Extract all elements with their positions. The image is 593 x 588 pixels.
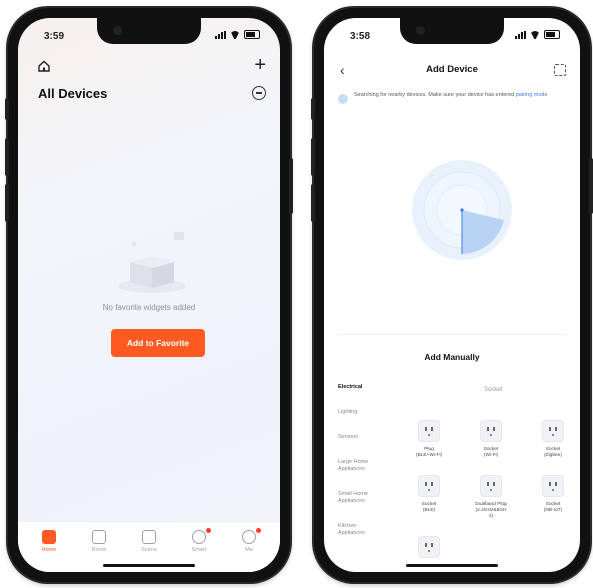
searching-message: Searching for nearby devices. Make sure …	[354, 92, 515, 98]
notification-badge	[206, 528, 211, 533]
wifi-icon	[230, 31, 240, 39]
home-screen: 3:59 + All Devices No favorite widgets a…	[18, 18, 280, 572]
page-title: All Devices	[38, 86, 108, 101]
device-name: Socket (Wi-Fi)	[483, 447, 499, 458]
power-button	[589, 158, 593, 214]
device-name: Socket (NB-IoT)	[543, 502, 563, 513]
socket-icon	[480, 420, 502, 442]
tab-home[interactable]: Home	[28, 522, 70, 572]
notch	[97, 18, 201, 44]
searching-icon	[338, 94, 348, 104]
radar-scan-animation	[412, 160, 512, 260]
status-time: 3:59	[44, 31, 65, 42]
socket-subheading: Socket	[484, 387, 503, 393]
notification-badge	[256, 528, 261, 533]
socket-icon	[542, 420, 564, 442]
empty-state-text: No favorite widgets added	[102, 303, 196, 312]
tab-label: Home	[41, 547, 57, 553]
home-indicator	[406, 564, 498, 567]
add-device-plus-icon[interactable]: +	[254, 54, 266, 77]
home-icon[interactable]	[38, 60, 50, 72]
mute-switch	[5, 98, 9, 120]
device-name: Socket (Zigbee)	[544, 447, 562, 458]
device-name: Dualband Plug (2.4GHz&5GH z)	[475, 502, 507, 519]
bottom-tab-bar: Home Room Scene Smart Me	[18, 521, 280, 572]
device-name: Socket (BLE)	[421, 502, 437, 513]
device-plug-ble-wifi[interactable]: Plug (BLE+Wi-Fi)	[398, 420, 460, 459]
category-list: Electrical Lighting Sensors Large Home A…	[338, 384, 398, 555]
socket-icon	[418, 420, 440, 442]
pairing-mode-link[interactable]: pairing mode	[516, 92, 548, 98]
signal-icon	[215, 30, 226, 39]
status-time: 3:58	[350, 31, 371, 42]
tab-label: Me	[245, 547, 253, 553]
category-electrical[interactable]: Electrical	[338, 384, 398, 391]
category-small-home-appliances[interactable]: Small Home Appliances	[338, 491, 384, 505]
smart-tab-icon	[192, 530, 206, 544]
add-manually-title: Add Manually	[424, 352, 480, 362]
tab-me[interactable]: Me	[228, 522, 270, 572]
battery-icon	[544, 30, 560, 39]
device-socket-wifi[interactable]: Socket (Wi-Fi)	[460, 420, 522, 459]
socket-icon	[418, 475, 440, 497]
battery-icon	[244, 30, 260, 39]
scan-icon[interactable]	[554, 64, 566, 76]
category-sensors[interactable]: Sensors	[338, 434, 398, 441]
search-status-text: Searching for nearby devices. Make sure …	[354, 92, 548, 104]
volume-down-button	[311, 184, 315, 222]
socket-icon	[480, 475, 502, 497]
empty-box-illustration	[118, 232, 186, 293]
more-options-icon[interactable]	[252, 86, 266, 100]
tab-label: Smart	[191, 547, 207, 553]
phone-frame-home: 3:59 + All Devices No favorite widgets a…	[5, 8, 293, 582]
add-device-screen: 3:58 ‹ Add Device Searching for nearby d…	[324, 18, 580, 572]
category-lighting[interactable]: Lighting	[338, 409, 398, 416]
socket-icon	[418, 536, 440, 558]
page-title: Add Device	[426, 64, 478, 75]
home-tab-icon	[42, 530, 56, 544]
volume-up-button	[311, 138, 315, 176]
category-large-home-appliances[interactable]: Large Home Appliances	[338, 459, 374, 473]
add-to-favorite-button[interactable]: Add to Favorite	[111, 329, 205, 357]
room-tab-icon	[92, 530, 106, 544]
device-socket-zigbee[interactable]: Socket (Zigbee)	[522, 420, 580, 459]
signal-icon	[515, 30, 526, 39]
tab-label: Room	[91, 547, 107, 553]
home-indicator	[103, 564, 195, 567]
device-dualband-plug[interactable]: Dualband Plug (2.4GHz&5GH z)	[460, 475, 522, 520]
device-name: Plug (BLE+Wi-Fi)	[415, 447, 443, 458]
mute-switch	[311, 98, 315, 120]
device-partial[interactable]	[398, 536, 460, 558]
socket-icon	[542, 475, 564, 497]
volume-up-button	[5, 138, 9, 176]
search-status: Searching for nearby devices. Make sure …	[338, 92, 566, 104]
power-button	[289, 158, 293, 214]
volume-down-button	[5, 184, 9, 222]
divider	[338, 334, 566, 335]
tab-label: Scene	[141, 547, 157, 553]
notch	[400, 18, 504, 44]
device-socket-nbiot[interactable]: Socket (NB-IoT)	[522, 475, 580, 520]
scene-tab-icon	[142, 530, 156, 544]
device-socket-ble[interactable]: Socket (BLE)	[398, 475, 460, 520]
category-kitchen-appliances[interactable]: Kitchen Appliances	[338, 523, 374, 537]
phone-frame-add-device: 3:58 ‹ Add Device Searching for nearby d…	[311, 8, 593, 582]
device-grid: Plug (BLE+Wi-Fi) Socket (Wi-Fi) Socket (…	[398, 420, 580, 558]
me-tab-icon	[242, 530, 256, 544]
wifi-icon	[530, 31, 540, 39]
